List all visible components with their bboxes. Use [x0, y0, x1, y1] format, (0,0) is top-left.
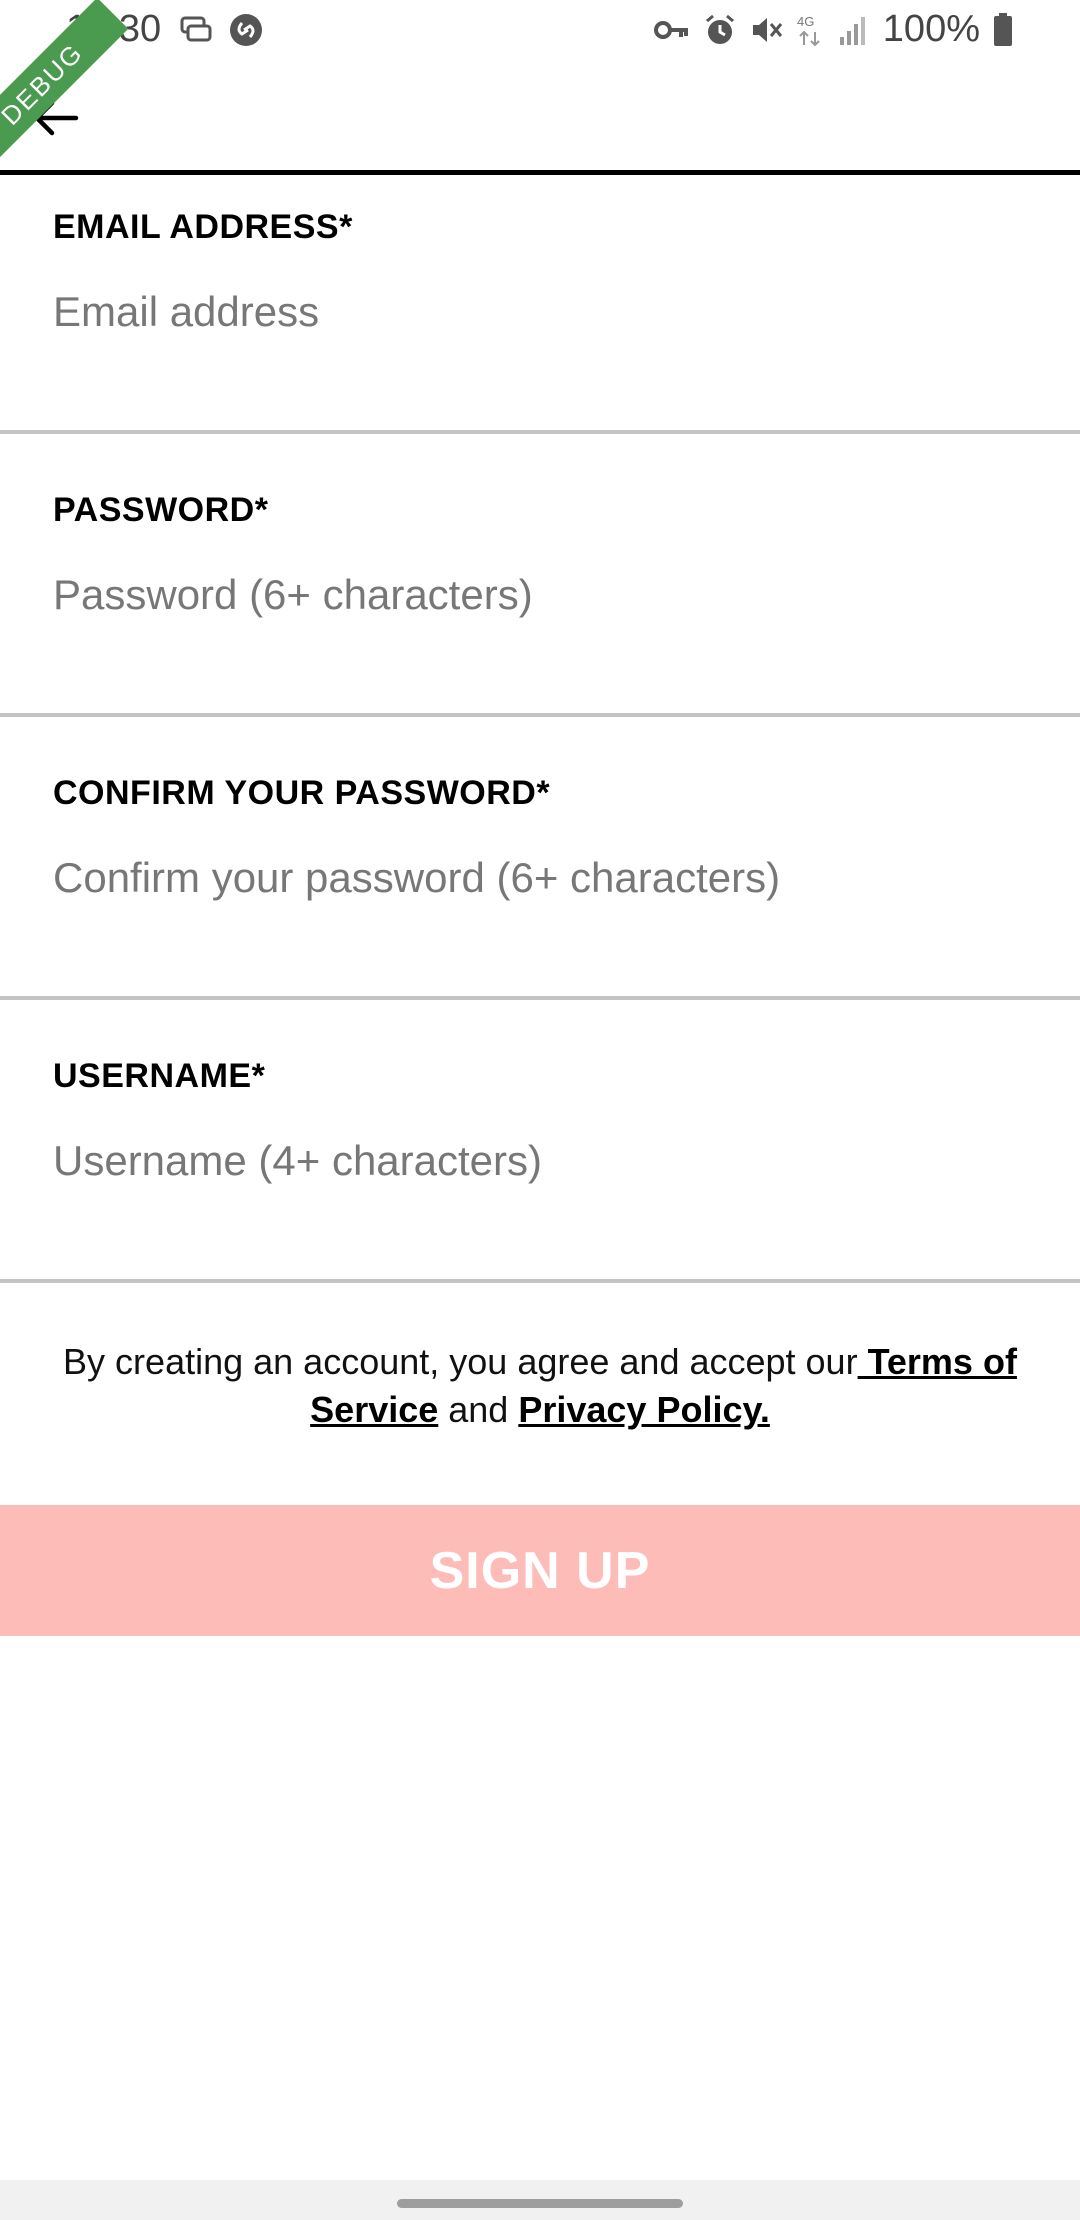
terms-prefix: By creating an account, you agree and ac… — [63, 1341, 858, 1382]
status-right-icons: 4G 100% — [653, 8, 1014, 51]
username-label: USERNAME* — [53, 1057, 266, 1095]
network-4g-icon: 4G — [797, 14, 820, 46]
confirm-password-field[interactable] — [53, 848, 1033, 908]
status-left-icons — [178, 12, 264, 48]
mute-icon — [752, 17, 782, 42]
username-field-group: USERNAME* — [0, 993, 1080, 1283]
password-field-group: PASSWORD* — [0, 427, 1080, 717]
confirm-password-field-group: CONFIRM YOUR PASSWORD* — [0, 710, 1080, 1000]
terms-text: By creating an account, you agree and ac… — [40, 1338, 1040, 1434]
signal-icon — [839, 16, 865, 45]
email-label: EMAIL ADDRESS* — [53, 208, 353, 246]
svg-text:4G: 4G — [797, 14, 814, 29]
password-label: PASSWORD* — [53, 491, 269, 529]
chat-icon — [180, 16, 212, 42]
shazam-icon — [230, 14, 262, 46]
battery-icon — [994, 12, 1012, 46]
password-field[interactable] — [53, 565, 1033, 625]
signup-button[interactable]: SIGN UP — [0, 1505, 1080, 1636]
home-indicator[interactable] — [397, 2199, 683, 2208]
navigation-bar — [0, 2180, 1080, 2220]
email-field-group: EMAIL ADDRESS* — [0, 144, 1080, 434]
battery-percent: 100% — [882, 8, 980, 50]
username-field[interactable] — [53, 1131, 1033, 1191]
email-field[interactable] — [53, 282, 1033, 342]
privacy-policy-link[interactable]: Privacy Policy. — [518, 1389, 770, 1430]
status-bar: 15:30 4G — [0, 0, 1080, 62]
vpn-key-icon — [653, 20, 688, 39]
confirm-password-label: CONFIRM YOUR PASSWORD* — [53, 774, 551, 812]
terms-middle: and — [438, 1389, 519, 1430]
alarm-icon — [705, 14, 734, 44]
